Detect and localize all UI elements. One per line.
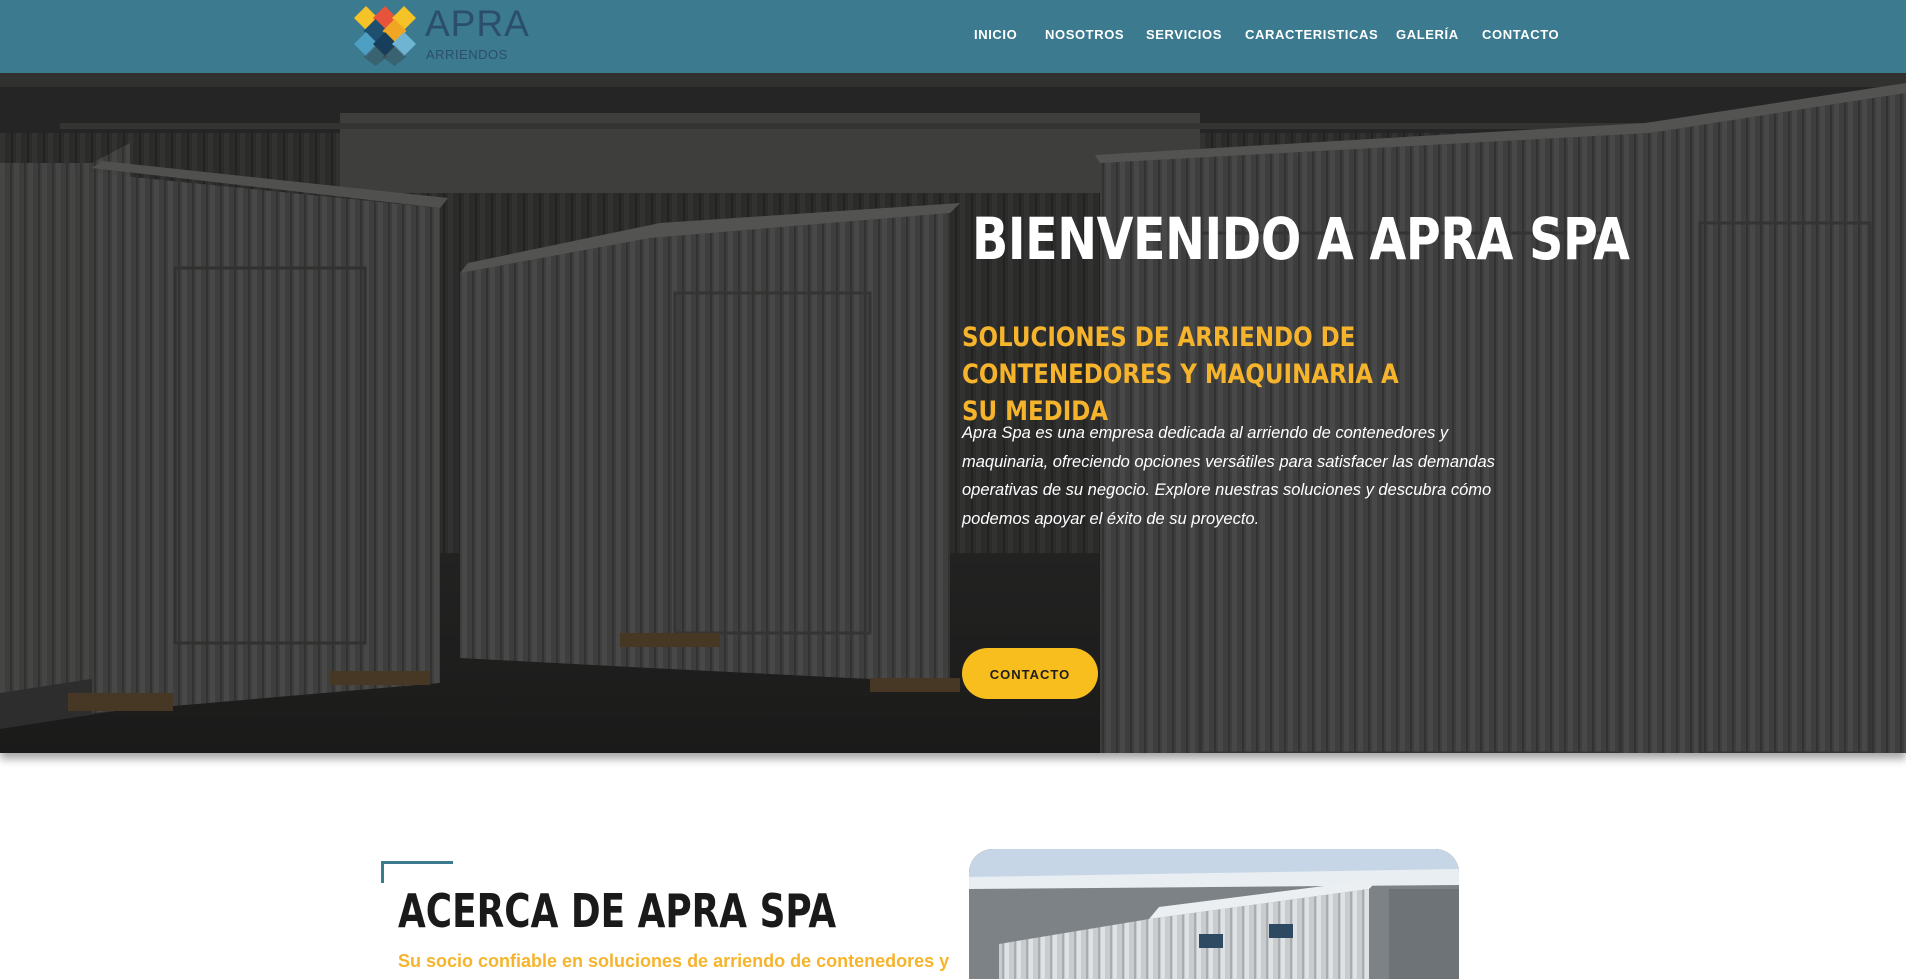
hero-background-image (0, 73, 1906, 753)
hero-title: BIENVENIDO A APRA SPA (972, 205, 1630, 273)
logo-subtitle: ARRIENDOS (426, 47, 508, 62)
container-photo (969, 849, 1459, 979)
nav-item-servicios[interactable]: SERVICIOS (1146, 27, 1222, 43)
nav-item-inicio[interactable]: INICIO (974, 27, 1017, 43)
contact-button[interactable]: CONTACTO (962, 648, 1098, 699)
hero-description: Apra Spa es una empresa dedicada al arri… (962, 424, 1495, 528)
about-image (969, 849, 1459, 979)
hero-section: BIENVENIDO A APRA SPA SOLUCIONES DE ARRI… (0, 73, 1906, 753)
nav-item-caracteristicas[interactable]: CARACTERISTICAS (1245, 27, 1378, 43)
about-title: ACERCA DE APRA SPA (398, 884, 837, 938)
site-header: APRA ARRIENDOS INICIO NOSOTROS SERVICIOS… (0, 0, 1906, 73)
main-nav: INICIO NOSOTROS SERVICIOS CARACTERISTICA… (0, 27, 1906, 47)
about-title-accent (381, 861, 453, 883)
nav-item-nosotros[interactable]: NOSOTROS (1045, 27, 1124, 43)
nav-item-galeria[interactable]: GALERÍA (1396, 27, 1459, 43)
hero-subtitle: SOLUCIONES DE ARRIENDO DE CONTENEDORES Y… (962, 322, 1399, 427)
about-subtitle: Su socio confiable en soluciones de arri… (398, 951, 950, 971)
nav-item-contacto[interactable]: CONTACTO (1482, 27, 1559, 43)
